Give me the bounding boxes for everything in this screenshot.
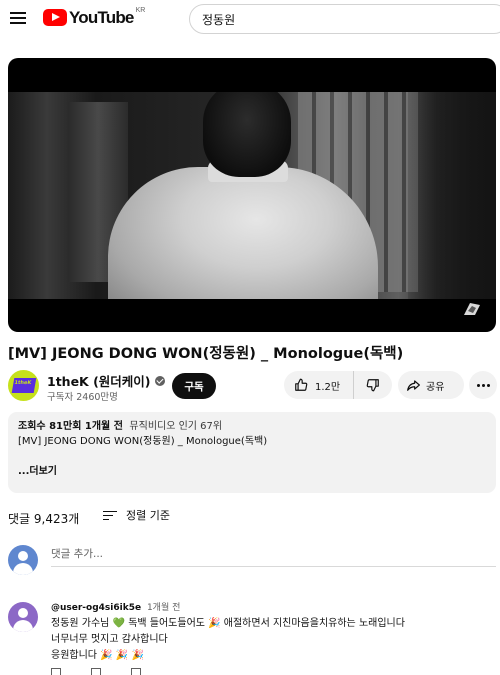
comment-line-1: 정동원 가수님 💚 독백 들어도들어도 🎉 애절하면서 지친마음을치유하는 노래… (51, 618, 405, 629)
1thek-watermark-icon (464, 303, 480, 315)
like-dislike-bar: 1.2만 (284, 371, 392, 399)
thumbs-up-icon (295, 378, 308, 391)
description-meta: 조회수 81만회 1개월 전 뮤직비디오 인기 67위 (18, 419, 486, 434)
video-frame (8, 92, 496, 299)
video-title: [MV] JEONG DONG WON(정동원) _ Monologue(독백) (8, 346, 404, 362)
comment-dislike-icon[interactable] (91, 668, 101, 675)
logo-text: YouTube (69, 8, 134, 27)
youtube-logo[interactable]: YouTube KR (43, 7, 146, 29)
figure-jacket (108, 167, 378, 299)
like-count: 1.2만 (315, 381, 341, 393)
share-label: 공유 (426, 381, 445, 393)
search-input[interactable]: 정동원 (189, 4, 500, 34)
comment-line-2: 너무너무 멋지고 감사합니다 (51, 634, 168, 645)
search-input-value: 정동원 (202, 12, 236, 27)
share-icon (407, 380, 420, 391)
channel-name: 1theK (원더케이) (47, 374, 151, 389)
logo-region: KR (135, 7, 146, 14)
youtube-play-icon (43, 9, 67, 26)
subscribe-button[interactable]: 구독 (172, 373, 216, 399)
comment-body: 정동원 가수님 💚 독백 들어도들어도 🎉 애절하면서 지친마음을치유하는 노래… (51, 616, 491, 664)
share-button[interactable]: 공유 (398, 371, 464, 399)
thumbs-down-icon (366, 379, 379, 392)
current-user-avatar (8, 545, 38, 575)
green-heart-emoji: 💚 (112, 618, 126, 629)
description-text: [MV] JEONG DONG WON(정동원) _ Monologue(독백) (18, 436, 268, 447)
trending-category: 뮤직비디오 인기 67위 (129, 421, 223, 432)
channel-avatar[interactable] (8, 370, 39, 401)
menu-icon[interactable] (10, 11, 26, 25)
top-bar: YouTube KR 정동원 (0, 0, 500, 38)
comment-count: 댓글 9,423개 (8, 512, 80, 526)
more-actions-button[interactable] (469, 371, 497, 399)
sort-label: 정렬 기준 (126, 509, 170, 522)
comment-header: @user-og4si6ik5e 1개월 전 (51, 600, 180, 613)
sort-icon (103, 510, 117, 521)
comment-author[interactable]: @user-og4si6ik5e (51, 603, 141, 613)
subscriber-count: 구독자 2460만명 (47, 392, 118, 403)
comment-like-icon[interactable] (51, 668, 61, 675)
verified-icon (154, 375, 165, 386)
comment-actions (51, 668, 171, 675)
comment-author-avatar[interactable] (8, 602, 38, 632)
show-more-link[interactable]: ...더보기 (18, 464, 57, 479)
upload-age: 1개월 전 (84, 421, 123, 432)
figure-head (203, 92, 291, 177)
dislike-button[interactable] (354, 371, 392, 399)
sort-comments-button[interactable]: 정렬 기준 (103, 507, 170, 523)
add-comment-input[interactable]: 댓글 추가... (51, 545, 496, 567)
like-button[interactable]: 1.2만 (284, 371, 354, 399)
comment-line-3: 응원합니다 🎉 🎉 🎉 (51, 650, 144, 661)
view-count: 조회수 81만회 (18, 421, 82, 432)
channel-name-link[interactable]: 1theK (원더케이) (47, 371, 165, 390)
comment-time: 1개월 전 (146, 603, 181, 613)
description-box[interactable]: 조회수 81만회 1개월 전 뮤직비디오 인기 67위 [MV] JEONG D… (8, 412, 496, 493)
comment-reply-icon[interactable] (131, 668, 141, 675)
video-player[interactable] (8, 58, 496, 332)
